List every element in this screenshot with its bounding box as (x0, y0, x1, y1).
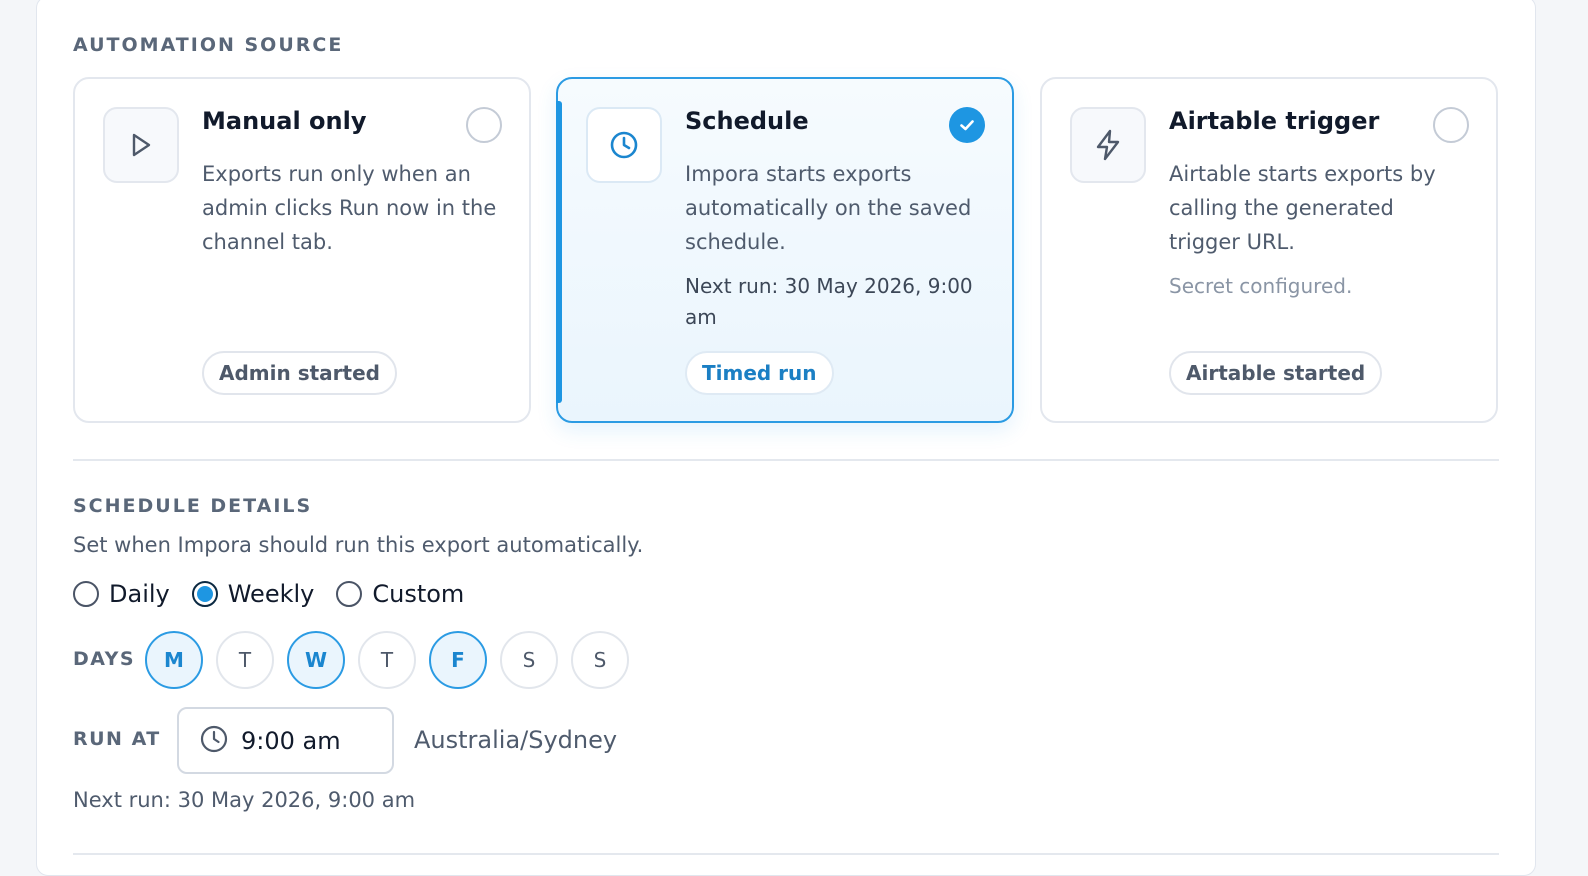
trigger-pill: Admin started (202, 351, 397, 395)
day-toggle-monday[interactable]: M (145, 631, 203, 689)
frequency-label: Weekly (227, 580, 315, 608)
lightning-icon (1070, 107, 1146, 183)
radio-daily[interactable] (73, 581, 99, 607)
card-description: Airtable starts exports by calling the g… (1169, 162, 1436, 254)
day-toggle-wednesday[interactable]: W (287, 631, 345, 689)
card-description: Exports run only when an admin clicks Ru… (202, 162, 497, 254)
trigger-pill: Airtable started (1169, 351, 1383, 395)
card-title: Manual only (202, 107, 367, 135)
day-toggle-friday[interactable]: F (429, 631, 487, 689)
section-divider-bottom (73, 853, 1499, 855)
section-divider (73, 459, 1499, 461)
radio-custom[interactable] (336, 581, 363, 607)
clock-icon (199, 724, 229, 758)
schedule-details-heading: SCHEDULE DETAILS (73, 495, 313, 517)
day-toggle-saturday[interactable]: S (500, 631, 558, 689)
clock-icon (586, 107, 662, 183)
frequency-custom[interactable]: Custom (336, 580, 464, 608)
card-secret-status: Secret configured. (1169, 274, 1353, 298)
trigger-pill: Timed run (685, 351, 834, 395)
play-icon (103, 107, 179, 183)
run-time-input[interactable]: 9:00 am (177, 707, 394, 774)
days-label: DAYS (73, 648, 136, 670)
day-toggle-sunday[interactable]: S (571, 631, 629, 689)
frequency-weekly[interactable]: Weekly (191, 580, 315, 608)
frequency-label: Daily (109, 580, 170, 608)
schedule-subtitle: Set when Impora should run this export a… (73, 533, 644, 557)
frequency-label: Custom (372, 580, 465, 608)
card-radio-checked[interactable] (949, 107, 985, 143)
card-title: Airtable trigger (1169, 107, 1380, 135)
run-time-value: 9:00 am (241, 726, 341, 755)
check-icon (960, 120, 974, 131)
card-next-run: Next run: 30 May 2026, 9:00 am (685, 274, 973, 329)
frequency-radio-group: Daily Weekly Custom (73, 580, 486, 608)
card-radio[interactable] (1433, 107, 1469, 143)
automation-source-heading: AUTOMATION SOURCE (73, 34, 344, 56)
source-card-manual[interactable]: Manual only Exports run only when an adm… (73, 77, 531, 423)
run-at-label: RUN AT (73, 728, 161, 750)
frequency-daily[interactable]: Daily (73, 580, 170, 608)
card-description: Impora starts exports automatically on t… (685, 162, 972, 254)
timezone-label: Australia/Sydney (414, 726, 618, 754)
day-toggle-thursday[interactable]: T (358, 631, 416, 689)
card-radio[interactable] (466, 107, 502, 143)
source-card-airtable[interactable]: Airtable trigger Airtable starts exports… (1040, 77, 1498, 423)
next-run-text: Next run: 30 May 2026, 9:00 am (73, 788, 416, 812)
day-toggle-tuesday[interactable]: T (216, 631, 274, 689)
radio-weekly[interactable] (191, 581, 218, 607)
card-title: Schedule (685, 107, 809, 135)
source-card-schedule[interactable]: Schedule Impora starts exports automatic… (556, 77, 1014, 423)
